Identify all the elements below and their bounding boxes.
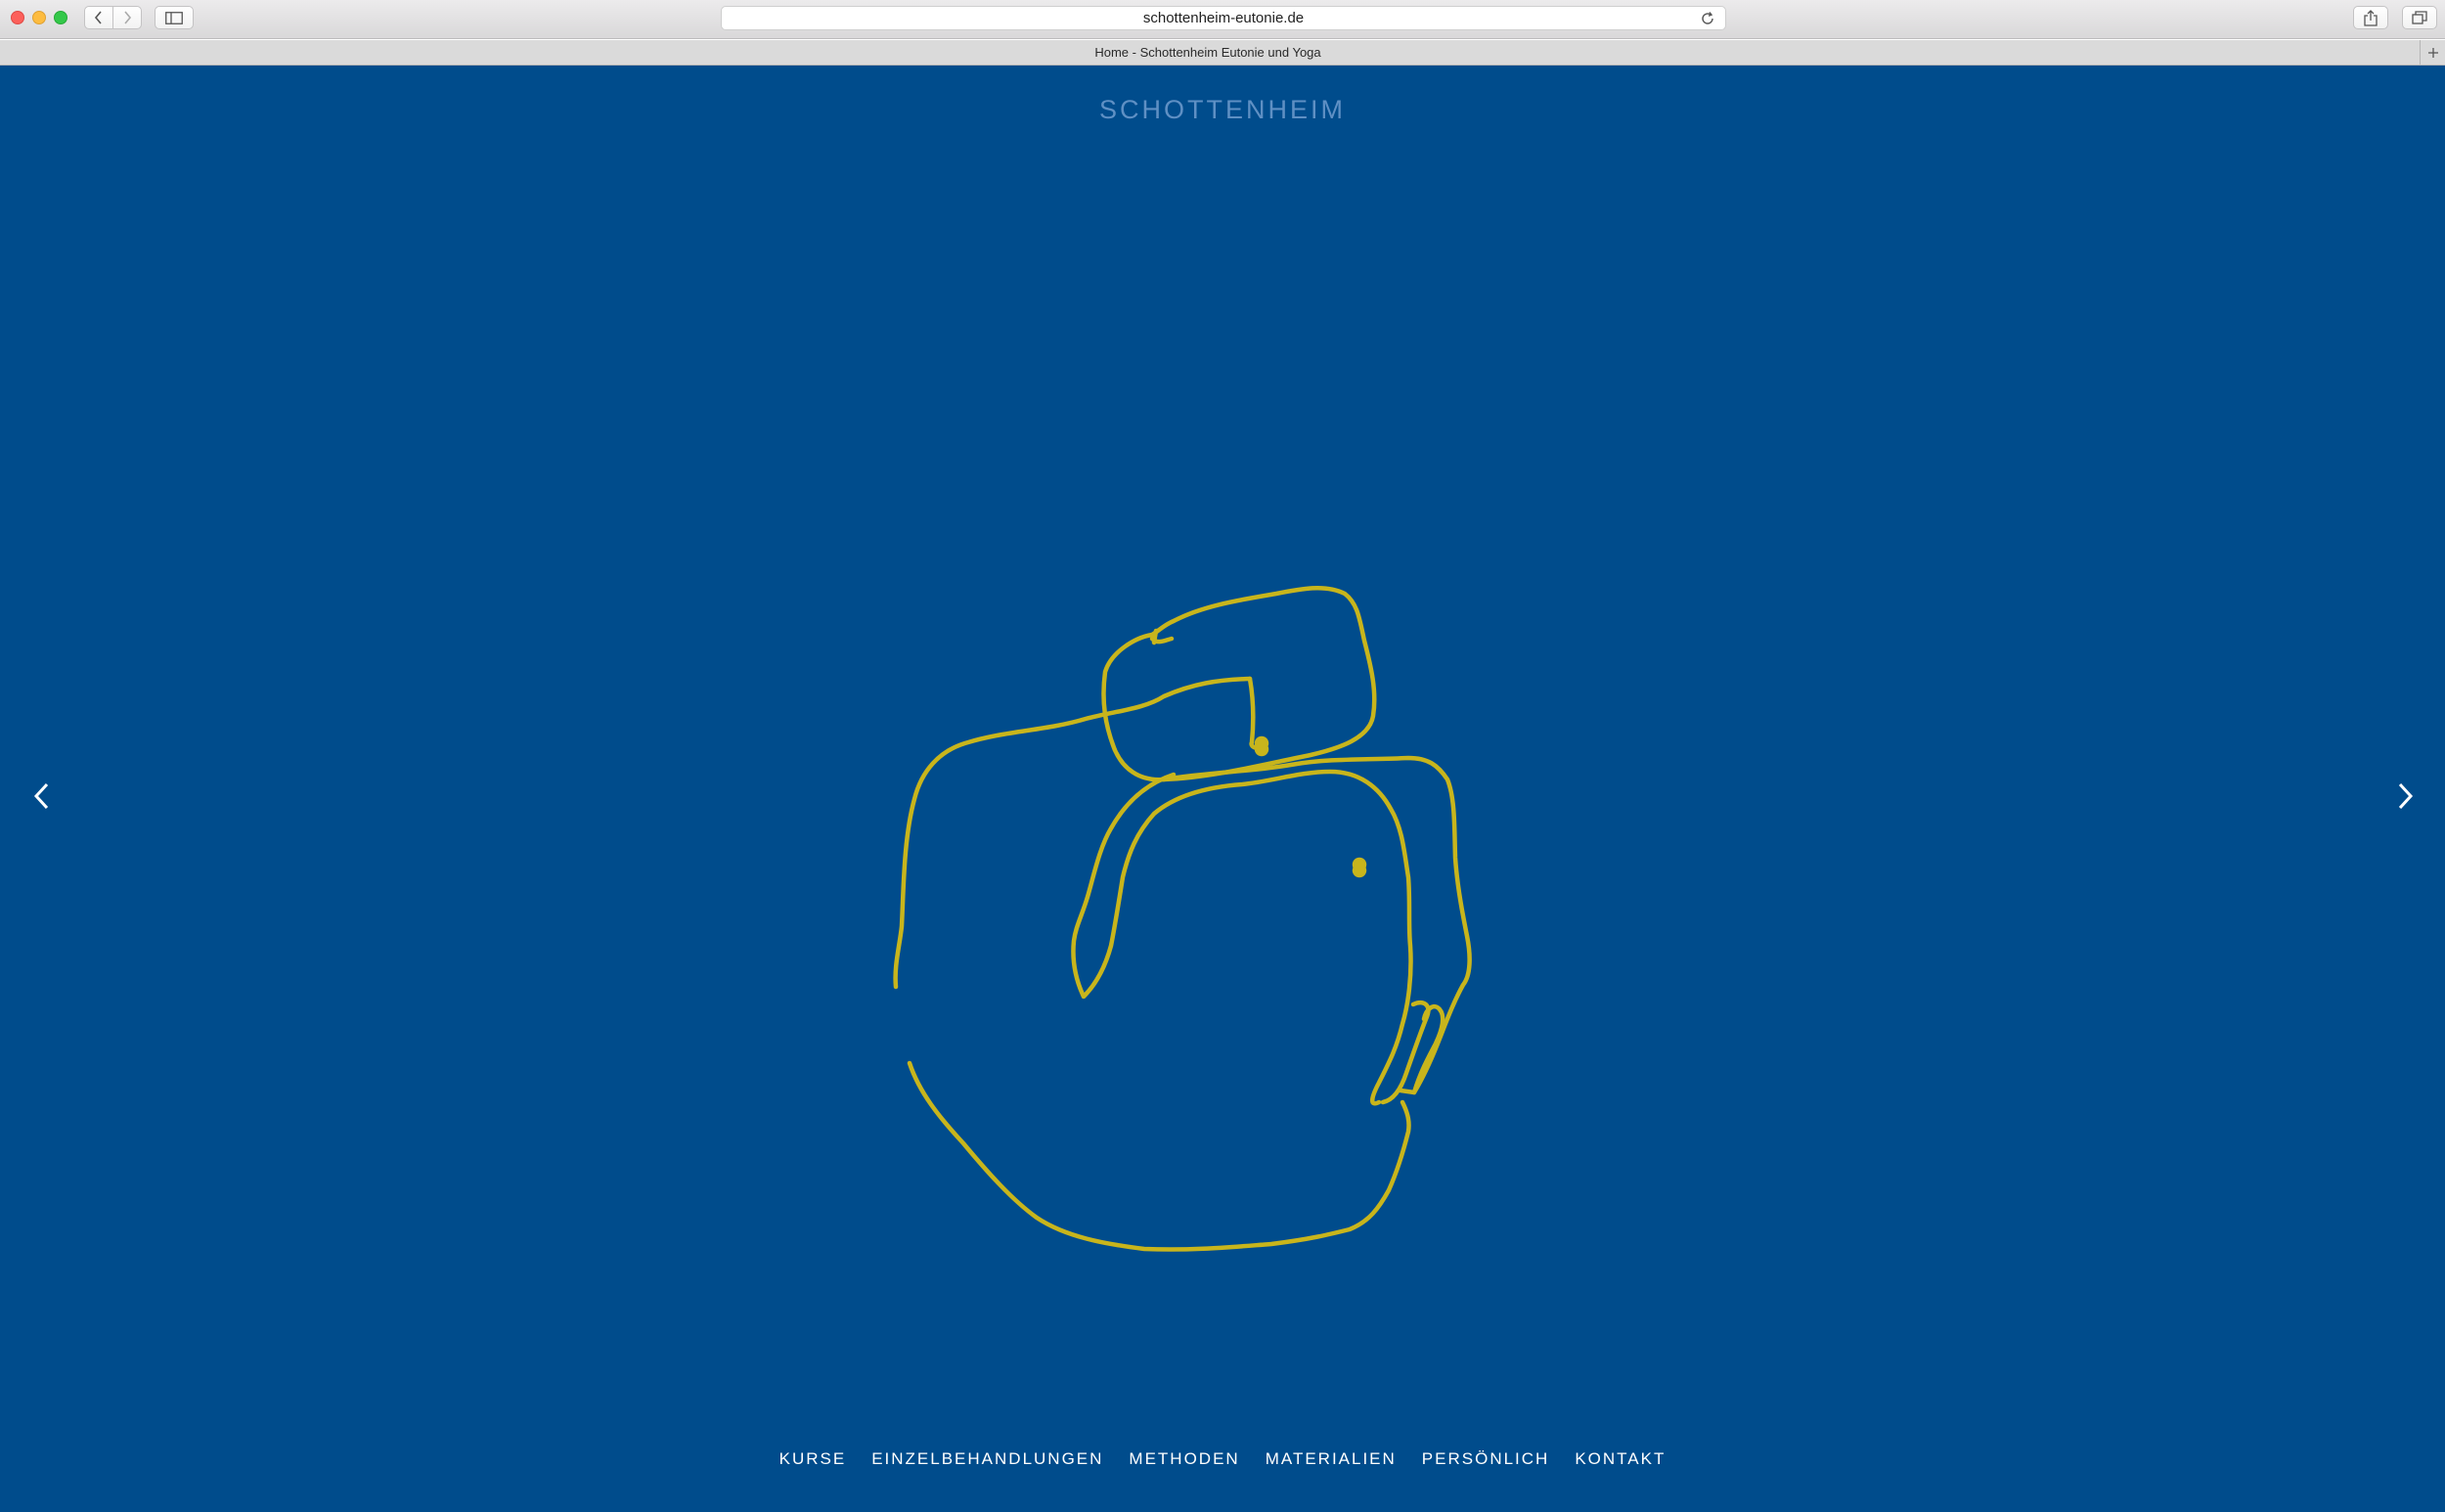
nav-item-kurse[interactable]: KURSE bbox=[779, 1449, 847, 1469]
chevron-right-icon bbox=[2398, 782, 2414, 810]
chevron-right-icon bbox=[124, 11, 132, 24]
browser-toolbar: schottenheim-eutonie.de bbox=[0, 0, 2445, 39]
slider-prev-button[interactable] bbox=[22, 772, 61, 821]
back-button[interactable] bbox=[84, 6, 113, 29]
close-window-button[interactable] bbox=[11, 11, 24, 24]
reload-icon[interactable] bbox=[1700, 11, 1715, 26]
sidebar-icon bbox=[165, 11, 183, 24]
sidebar-toggle-button[interactable] bbox=[155, 6, 194, 29]
show-tabs-button[interactable] bbox=[2402, 6, 2437, 29]
minimize-window-button[interactable] bbox=[32, 11, 46, 24]
chevron-left-icon bbox=[94, 11, 102, 24]
url-text: schottenheim-eutonie.de bbox=[1142, 10, 1305, 26]
plus-icon bbox=[2427, 48, 2438, 58]
nav-item-persoenlich[interactable]: PERSÖNLICH bbox=[1422, 1449, 1550, 1469]
tabs-overview-icon bbox=[2412, 11, 2427, 24]
nav-item-kontakt[interactable]: KONTAKT bbox=[1575, 1449, 1666, 1469]
site-logo[interactable]: SCHOTTENHEIM bbox=[0, 95, 2445, 125]
zoom-window-button[interactable] bbox=[54, 11, 67, 24]
page-content: SCHOTTENHEIM KURSE EINZELBEHANDLUNGEN ME… bbox=[0, 66, 2445, 1512]
share-button[interactable] bbox=[2353, 6, 2388, 29]
new-tab-button[interactable] bbox=[2420, 40, 2445, 66]
share-icon bbox=[2364, 9, 2378, 26]
slider-next-button[interactable] bbox=[2386, 772, 2425, 821]
address-bar[interactable]: schottenheim-eutonie.de bbox=[721, 6, 1726, 30]
tab-bar: Home - Schottenheim Eutonie und Yoga bbox=[0, 40, 2445, 66]
nav-item-einzelbehandlungen[interactable]: EINZELBEHANDLUNGEN bbox=[871, 1449, 1103, 1469]
forward-button[interactable] bbox=[112, 6, 142, 29]
active-tab[interactable]: Home - Schottenheim Eutonie und Yoga bbox=[0, 40, 2416, 66]
main-navigation: KURSE EINZELBEHANDLUNGEN METHODEN MATERI… bbox=[0, 1449, 2445, 1469]
nav-item-materialien[interactable]: MATERIALIEN bbox=[1266, 1449, 1397, 1469]
figure-line-drawing bbox=[893, 585, 1472, 1252]
nav-item-methoden[interactable]: METHODEN bbox=[1129, 1449, 1239, 1469]
chevron-left-icon bbox=[33, 782, 49, 810]
